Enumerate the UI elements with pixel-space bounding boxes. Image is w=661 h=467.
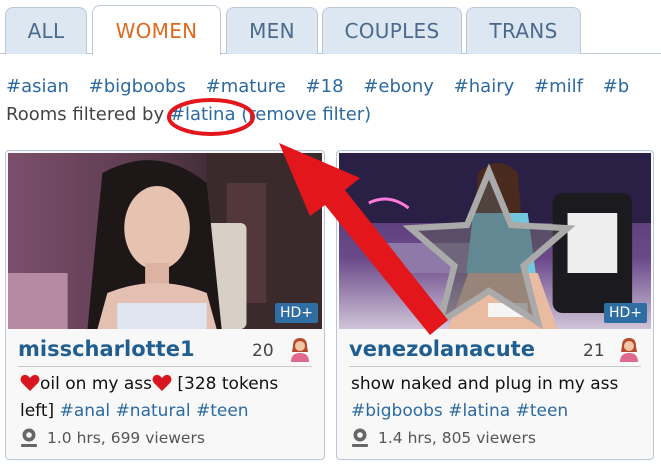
subject-tag[interactable]: #latina	[448, 401, 510, 421]
room-thumbnail[interactable]: HD+	[339, 153, 651, 329]
subject-tag[interactable]: #bigboobs	[351, 401, 443, 421]
female-icon	[620, 338, 638, 362]
room-username[interactable]: venezolanacute	[349, 337, 535, 361]
room-age: 20	[252, 341, 274, 361]
subject-tag[interactable]: #teen	[196, 401, 249, 421]
location-pin-icon	[21, 428, 37, 447]
remove-filter-link[interactable]: (remove filter)	[241, 104, 371, 125]
tag-link[interactable]: #milf	[534, 76, 583, 97]
room-stats: 1.4 hrs, 805 viewers	[378, 429, 536, 447]
filter-prefix: Rooms filtered by	[6, 104, 170, 125]
tab-all[interactable]: ALL	[5, 7, 87, 54]
hd-badge: HD+	[274, 303, 318, 323]
tag-link[interactable]: #mature	[206, 76, 286, 97]
room-username[interactable]: misscharlotte1	[18, 337, 195, 361]
room-subject: oil on my ass [328 tokens left] #anal #n…	[20, 371, 314, 425]
heart-icon	[20, 374, 40, 391]
active-filter-tag[interactable]: #latina	[170, 104, 236, 125]
heart-icon	[152, 374, 172, 391]
room-age: 21	[583, 341, 605, 361]
room-thumbnail[interactable]: HD+	[8, 153, 322, 329]
star-icon[interactable]	[339, 159, 645, 329]
gender-tabs: ALL WOMEN MEN COUPLES TRANS	[0, 0, 661, 55]
hd-badge: HD+	[603, 303, 647, 323]
tag-link[interactable]: #hairy	[454, 76, 515, 97]
tab-women[interactable]: WOMEN	[92, 5, 221, 55]
tag-link[interactable]: #ebony	[363, 76, 434, 97]
tab-couples[interactable]: COUPLES	[322, 7, 462, 54]
tag-link[interactable]: #b	[603, 76, 630, 97]
room-card[interactable]: HD+ venezolanacute 21 show naked and plu…	[336, 150, 654, 460]
subject-tag[interactable]: #natural	[116, 401, 191, 421]
tag-link[interactable]: #bigboobs	[89, 76, 186, 97]
subject-text: show naked and plug in my ass	[351, 374, 619, 394]
subject-tag[interactable]: #anal	[60, 401, 111, 421]
tag-link[interactable]: #asian	[6, 76, 69, 97]
tag-link[interactable]: #18	[306, 76, 344, 97]
location-pin-icon	[352, 428, 368, 447]
room-card[interactable]: HD+ misscharlotte1 20 oil on my ass [328…	[5, 150, 325, 460]
filter-status: Rooms filtered by #latina (remove filter…	[6, 104, 371, 125]
subject-tag[interactable]: #teen	[516, 401, 569, 421]
subject-text: oil on my ass	[40, 374, 152, 394]
card-divider	[349, 366, 641, 367]
room-subject: show naked and plug in my ass #bigboobs …	[351, 371, 643, 425]
card-divider	[18, 366, 312, 367]
tab-men[interactable]: MEN	[226, 7, 318, 54]
room-meta: 1.4 hrs, 805 viewers	[351, 428, 536, 448]
room-stats: 1.0 hrs, 699 viewers	[47, 429, 205, 447]
tag-list: #asian #bigboobs #mature #18 #ebony #hai…	[6, 76, 661, 102]
tab-trans[interactable]: TRANS	[466, 7, 581, 54]
room-meta: 1.0 hrs, 699 viewers	[20, 428, 205, 448]
female-icon	[291, 338, 309, 362]
